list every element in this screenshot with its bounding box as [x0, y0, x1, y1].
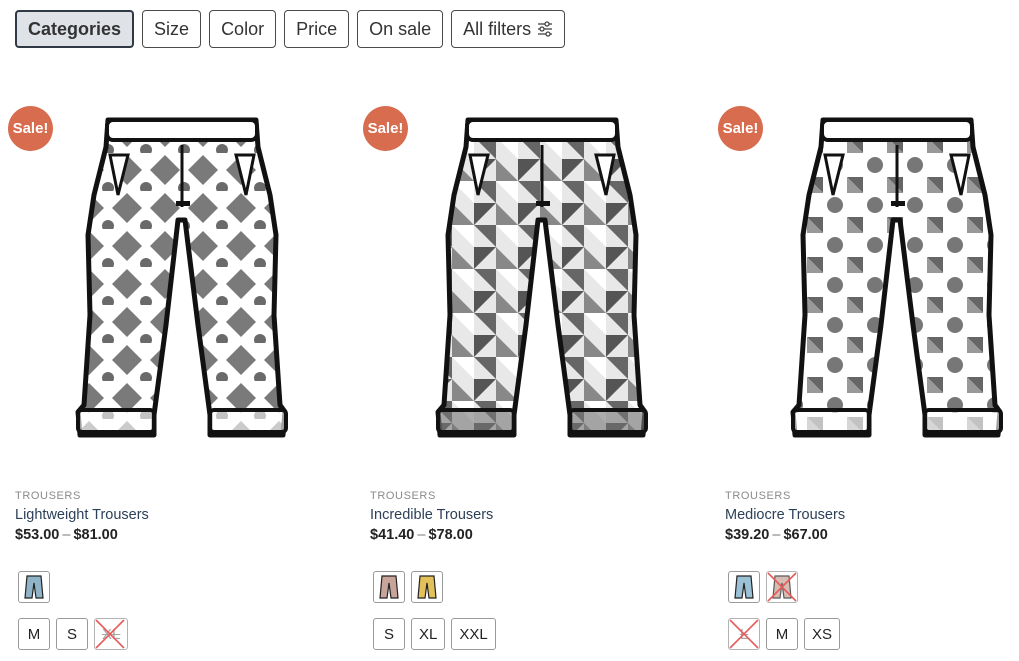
trousers-thumb-icon — [24, 575, 44, 599]
size-option[interactable]: S — [56, 618, 88, 650]
price-separator: – — [62, 527, 71, 543]
size-label: XL — [419, 625, 438, 643]
size-label: S — [66, 625, 77, 643]
color-swatches — [728, 571, 798, 603]
product-price: $39.20– $67.00 — [725, 527, 828, 543]
color-swatch[interactable] — [18, 571, 50, 603]
product-category: TROUSERS — [15, 490, 81, 502]
trousers-thumb-icon — [417, 575, 437, 599]
product-category: TROUSERS — [725, 490, 791, 502]
color-swatches — [18, 571, 50, 603]
trousers-thumb-icon — [772, 575, 792, 599]
product-price: $53.00– $81.00 — [15, 527, 118, 543]
size-option[interactable]: S — [373, 618, 405, 650]
size-option[interactable]: XL — [411, 618, 446, 650]
size-options: M S XL — [18, 618, 129, 650]
color-swatch-unavailable[interactable] — [766, 571, 798, 603]
color-swatches — [373, 571, 443, 603]
size-option[interactable]: M — [766, 618, 798, 650]
sale-badge: Sale! — [8, 106, 53, 151]
price-separator: – — [417, 527, 426, 543]
filter-on-sale-button[interactable]: On sale — [357, 10, 444, 48]
price-max: $81.00 — [73, 527, 118, 543]
size-options: L M XS — [728, 618, 841, 650]
sale-badge: Sale! — [363, 106, 408, 151]
size-label: XXL — [459, 625, 488, 643]
size-option[interactable]: XXL — [451, 618, 496, 650]
color-swatch[interactable] — [411, 571, 443, 603]
product-price: $41.40– $78.00 — [370, 527, 473, 543]
size-options: S XL XXL — [373, 618, 496, 650]
all-filters-label: All filters — [463, 18, 532, 39]
price-min: $53.00 — [15, 527, 60, 543]
product-name-link[interactable]: Mediocre Trousers — [725, 507, 845, 523]
sale-badge: Sale! — [718, 106, 763, 151]
product-name-link[interactable]: Incredible Trousers — [370, 507, 493, 523]
trousers-thumb-icon — [734, 575, 754, 599]
all-filters-button[interactable]: All filters — [451, 10, 566, 48]
filter-size-button[interactable]: Size — [142, 10, 202, 48]
size-label: S — [383, 625, 394, 643]
filter-price-button[interactable]: Price — [284, 10, 350, 48]
price-max: $78.00 — [428, 527, 473, 543]
price-min: $41.40 — [370, 527, 415, 543]
filter-bar: Categories Size Color Price On sale All … — [15, 10, 566, 48]
price-max: $67.00 — [783, 527, 828, 543]
size-option[interactable]: M — [18, 618, 50, 650]
color-swatch[interactable] — [373, 571, 405, 603]
size-label: XS — [812, 625, 833, 643]
size-label: XL — [102, 625, 121, 643]
filter-categories-button[interactable]: Categories — [15, 10, 135, 48]
sliders-icon — [537, 20, 553, 38]
size-option-unavailable[interactable]: L — [728, 618, 760, 650]
filter-color-label: Color — [221, 18, 265, 39]
filter-size-label: Size — [154, 18, 190, 39]
product-category: TROUSERS — [370, 490, 436, 502]
price-min: $39.20 — [725, 527, 770, 543]
product-name-link[interactable]: Lightweight Trousers — [15, 507, 149, 523]
size-label: L — [739, 625, 749, 643]
color-swatch[interactable] — [728, 571, 760, 603]
filter-categories-label: Categories — [28, 18, 122, 39]
size-option-unavailable[interactable]: XL — [94, 618, 129, 650]
product-image-trousers[interactable] — [785, 115, 1010, 440]
size-label: M — [27, 625, 41, 643]
filter-on-sale-label: On sale — [369, 18, 432, 39]
size-label: M — [775, 625, 789, 643]
trousers-thumb-icon — [379, 575, 399, 599]
size-option[interactable]: XS — [804, 618, 841, 650]
product-image-trousers[interactable] — [430, 115, 655, 440]
filter-price-label: Price — [296, 18, 338, 39]
product-image-trousers[interactable] — [70, 115, 295, 440]
price-separator: – — [772, 527, 781, 543]
filter-color-button[interactable]: Color — [209, 10, 277, 48]
